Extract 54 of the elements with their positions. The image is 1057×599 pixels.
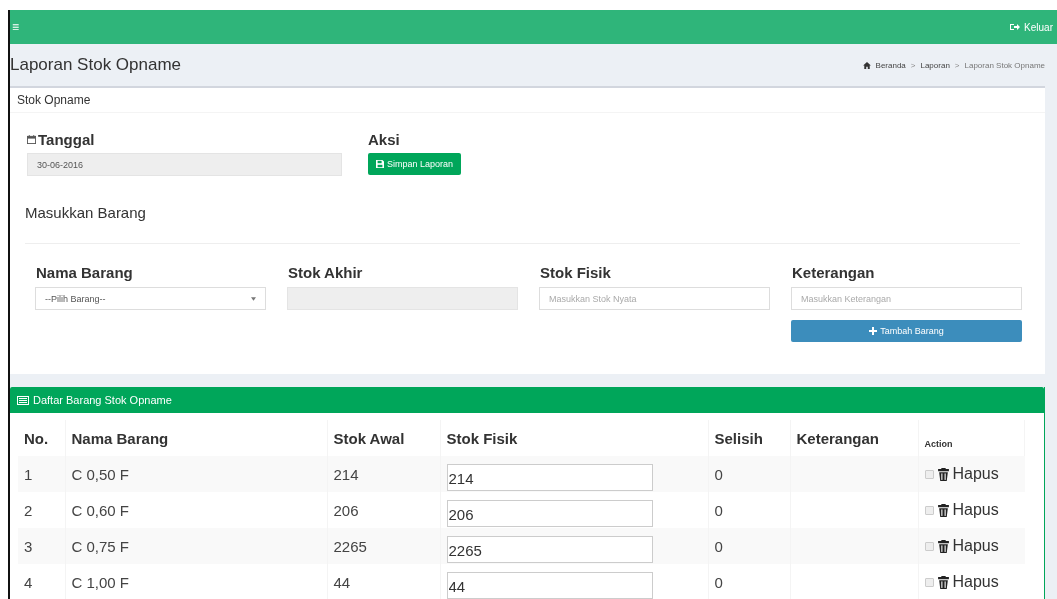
field-label: Tanggal (38, 131, 95, 148)
table-cell: 4 (18, 564, 65, 599)
card-title: Daftar Barang Stok Opname (33, 394, 172, 406)
plus-icon (869, 327, 878, 335)
stock-input[interactable]: 214 (446, 463, 653, 491)
breadcrumb-separator: > (910, 60, 916, 70)
stock-input[interactable]: 2265 (446, 535, 653, 563)
exit-icon (1010, 23, 1021, 31)
checkbox[interactable] (924, 541, 934, 551)
field-label: Nama Barang (35, 264, 134, 281)
table-cell: C 0,50 F (65, 456, 327, 492)
page-title: Laporan Stok Opname (10, 55, 182, 75)
field-label: Stok Akhir (287, 264, 364, 281)
table-cell: 3 (18, 528, 65, 564)
table-cell: 214 (327, 456, 440, 492)
list-icon (17, 395, 29, 405)
field-label: Keterangan (791, 264, 876, 281)
caret-icon (251, 296, 256, 301)
table-cell: 0 (708, 456, 790, 492)
card-title: Stok Opname (10, 88, 1045, 113)
input-field[interactable]: Masukkan Keterangan (791, 287, 1022, 310)
breadcrumb-item[interactable]: Laporan (920, 60, 950, 70)
table-cell: C 1,00 F (65, 564, 327, 599)
stock-input[interactable]: 206 (446, 499, 653, 527)
trash-icon (937, 539, 949, 553)
checkbox[interactable] (924, 469, 934, 479)
stock-input[interactable]: 44 (446, 571, 653, 599)
field-label: Stok Fisik (539, 264, 612, 281)
table-cell: 1 (18, 456, 65, 492)
calendar-icon (27, 135, 36, 144)
stock-field[interactable] (287, 287, 518, 310)
home-icon (862, 61, 871, 69)
checkbox[interactable] (924, 505, 934, 515)
breadcrumb-item[interactable]: Laporan Stok Opname (964, 60, 1045, 70)
table-cell: C 0,75 F (65, 528, 327, 564)
breadcrumb-item[interactable]: Beranda (875, 60, 906, 70)
table-cell: 0 (708, 528, 790, 564)
floppy-icon (376, 160, 384, 168)
breadcrumb-separator: > (954, 60, 960, 70)
delete-link[interactable]: Hapus (937, 573, 999, 591)
delete-link[interactable]: Hapus (937, 501, 999, 519)
trash-icon (937, 503, 949, 517)
trash-icon (937, 575, 949, 589)
input-field[interactable]: Masukkan Stok Nyata (539, 287, 770, 310)
item-select[interactable]: --Pilih Barang-- (35, 287, 266, 310)
date-field[interactable]: 30-06-2016 (27, 153, 342, 176)
checkbox[interactable] (924, 577, 934, 587)
trash-icon (937, 467, 949, 481)
field-label: Aksi (368, 131, 400, 148)
table-cell: 0 (708, 564, 790, 599)
add-item-button[interactable]: Tambah Barang (791, 320, 1022, 342)
section-title: Masukkan Barang (24, 203, 147, 221)
table-cell: 2265 (327, 528, 440, 564)
table-cell: 44 (327, 564, 440, 599)
